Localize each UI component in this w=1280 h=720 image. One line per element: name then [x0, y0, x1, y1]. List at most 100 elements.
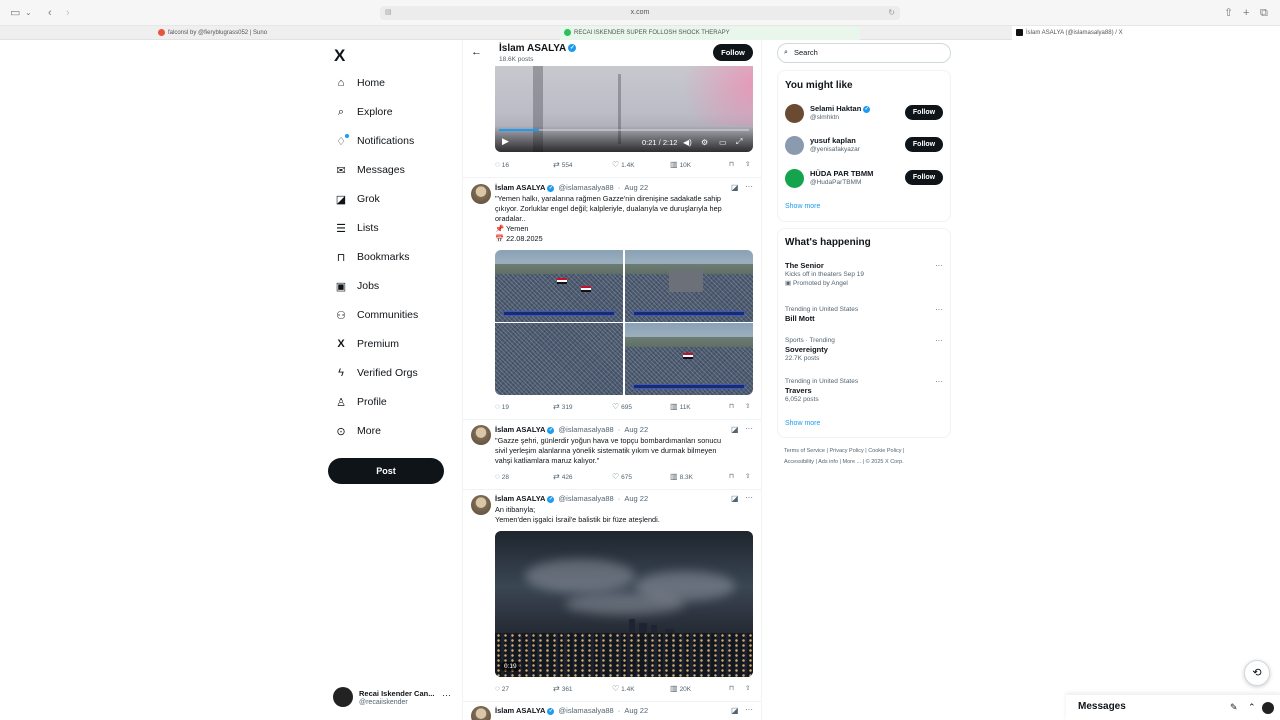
avatar[interactable] [471, 706, 491, 720]
bookmark-icon[interactable]: ⊓ [729, 402, 734, 410]
nav-messages[interactable]: ✉ Messages [334, 159, 404, 181]
like-button[interactable]: ♡ 675 [612, 472, 632, 481]
views-button[interactable]: ▥ 11K [670, 402, 691, 411]
views-button[interactable]: ▥ 10K [670, 160, 691, 169]
author-name[interactable]: İslam ASALYA [495, 183, 545, 192]
share-icon[interactable]: ⇧ [745, 684, 750, 692]
nav-premium[interactable]: X Premium [334, 333, 399, 355]
more-dots-icon[interactable]: ··· [745, 493, 753, 502]
views-button[interactable]: ▥ 8.3K [670, 472, 693, 481]
crowd-photo-3[interactable] [495, 323, 623, 395]
page-settings-icon[interactable]: ▤ [385, 6, 392, 20]
nav-notifications[interactable]: ♢ Notifications [334, 130, 414, 152]
tab-x-profile[interactable]: İslam ASALYA (@islamasalya88) / X [1012, 26, 1280, 40]
post-button[interactable]: Post [328, 458, 444, 484]
sidebar-toggle-icon[interactable]: ▭ [10, 6, 20, 20]
author-name[interactable]: İslam ASALYA [495, 706, 545, 715]
more-dots-icon[interactable]: ··· [935, 336, 943, 345]
nav-home[interactable]: ⌂ Home [334, 72, 385, 94]
repost-button[interactable]: ⇄ 361 [553, 684, 573, 693]
share-icon[interactable]: ⇧ [745, 160, 750, 168]
nav-verified-orgs[interactable]: ϟ Verified Orgs [334, 362, 418, 384]
show-more-link[interactable]: Show more [785, 203, 820, 210]
bookmark-icon[interactable]: ⊓ [729, 472, 734, 480]
tab-suno[interactable]: falconsl by @fieryblugrass052 | Suno [154, 26, 426, 40]
tweet-date[interactable]: Aug 22 [624, 425, 648, 434]
grok-icon[interactable]: ◪ [731, 183, 739, 192]
trend-item[interactable]: Trending in United States Travers 6,052 … [785, 377, 945, 404]
follow-button[interactable]: Follow [905, 170, 943, 185]
tweet-date[interactable]: Aug 22 [624, 183, 648, 192]
like-button[interactable]: ♡ 1.4K [612, 160, 635, 169]
tab-youtube[interactable]: RECAI ISKENDER SUPER FOLLOSH SHOCK THERA… [560, 26, 860, 40]
reply-button[interactable]: ◌ 28 [495, 472, 509, 481]
volume-icon[interactable]: ◀) [683, 138, 692, 147]
suggestion-row[interactable]: HÜDA PAR TBMM @HudaParTBMM Follow [785, 167, 945, 189]
footer-link[interactable]: Ads info [818, 459, 838, 465]
x-logo-icon[interactable]: X [334, 47, 345, 65]
bookmark-icon[interactable]: ⊓ [729, 684, 734, 692]
share-icon[interactable]: ⇧ [745, 472, 750, 480]
author-handle[interactable]: @islamasalya88 [559, 425, 614, 434]
chevron-down-icon[interactable]: ⌄ [25, 6, 32, 20]
grok-compose-button[interactable]: ⟲ [1244, 660, 1270, 686]
nav-jobs[interactable]: ▣ Jobs [334, 275, 379, 297]
messages-drawer[interactable]: Messages ✎ ⌃ [1066, 694, 1280, 720]
account-switcher[interactable]: Recai Iskender Can... @recaiiskender ··· [333, 687, 458, 709]
reply-button[interactable]: ◌ 19 [495, 402, 509, 411]
repost-button[interactable]: ⇄ 319 [553, 402, 573, 411]
picture-in-picture-icon[interactable]: ▭ [719, 138, 727, 147]
trend-item[interactable]: Sports · Trending Sovereignty 22.7K post… [785, 336, 945, 363]
avatar[interactable] [471, 184, 491, 204]
nav-communities[interactable]: ⚇ Communities [334, 304, 418, 326]
footer-link[interactable]: Accessibility [784, 459, 814, 465]
crowd-photo-1[interactable] [495, 250, 623, 322]
more-dots-icon[interactable]: ··· [745, 705, 753, 714]
follow-button[interactable]: Follow [905, 105, 943, 120]
back-nav-icon[interactable]: ‹ [48, 6, 52, 20]
suggestion-row[interactable]: yusuf kaplan @yenisafakyazar Follow [785, 134, 945, 156]
share-icon[interactable]: ⇧ [1224, 6, 1233, 20]
grok-icon[interactable]: ◪ [731, 425, 739, 434]
crowd-photo-4[interactable] [625, 323, 753, 395]
reload-icon[interactable]: ↻ [888, 6, 895, 20]
follow-button[interactable]: Follow [905, 137, 943, 152]
nav-bookmarks[interactable]: ⊓ Bookmarks [334, 246, 410, 268]
repost-button[interactable]: ⇄ 554 [553, 160, 573, 169]
trend-item[interactable]: The Senior Kicks off in theaters Sep 19 … [785, 261, 945, 288]
nav-profile[interactable]: ♙ Profile [334, 391, 387, 413]
video-progress-bar[interactable] [499, 129, 749, 131]
footer-link[interactable]: Privacy Policy [829, 448, 863, 454]
chevron-up-icon[interactable]: ⌃ [1248, 702, 1256, 713]
more-dots-icon[interactable]: ··· [745, 182, 753, 191]
author-handle[interactable]: @islamasalya88 [559, 706, 614, 715]
avatar[interactable] [471, 495, 491, 515]
reply-button[interactable]: ◌ 16 [495, 160, 509, 169]
trend-item[interactable]: Trending in United States Bill Mott ··· [785, 305, 945, 323]
fullscreen-icon[interactable]: ⤢ [736, 137, 742, 147]
follow-button[interactable]: Follow [713, 44, 753, 61]
crowd-photo-2[interactable] [625, 250, 753, 322]
nav-explore[interactable]: ⌕ Explore [334, 101, 393, 123]
more-dots-icon[interactable]: ··· [442, 690, 451, 700]
suggestion-row[interactable]: Selami Haktan ✓ @slmhktn Follow [785, 102, 945, 124]
video-player[interactable]: ▶ 0:21 / 2:12 ◀) ⚙ ▭ ⤢ [495, 66, 753, 152]
author-name[interactable]: İslam ASALYA [495, 425, 545, 434]
search-input[interactable]: ⌕ Search [777, 43, 951, 63]
grok-icon[interactable]: ◪ [731, 494, 739, 503]
author-handle[interactable]: @islamasalya88 [559, 494, 614, 503]
new-tab-icon[interactable]: + [1243, 6, 1249, 20]
more-dots-icon[interactable]: ··· [935, 261, 943, 270]
more-dots-icon[interactable]: ··· [745, 424, 753, 433]
more-dots-icon[interactable]: ··· [935, 305, 943, 314]
play-icon[interactable]: ▶ [502, 136, 509, 147]
reply-button[interactable]: ◌ 27 [495, 684, 509, 693]
nav-lists[interactable]: ☰ Lists [334, 217, 379, 239]
forward-nav-icon[interactable]: › [66, 6, 70, 20]
footer-link[interactable]: Terms of Service [784, 448, 825, 454]
footer-link[interactable]: Cookie Policy [868, 448, 901, 454]
author-handle[interactable]: @islamasalya88 [559, 183, 614, 192]
bookmark-icon[interactable]: ⊓ [729, 160, 734, 168]
video-player[interactable]: 0:19 [495, 531, 753, 677]
repost-button[interactable]: ⇄ 426 [553, 472, 573, 481]
